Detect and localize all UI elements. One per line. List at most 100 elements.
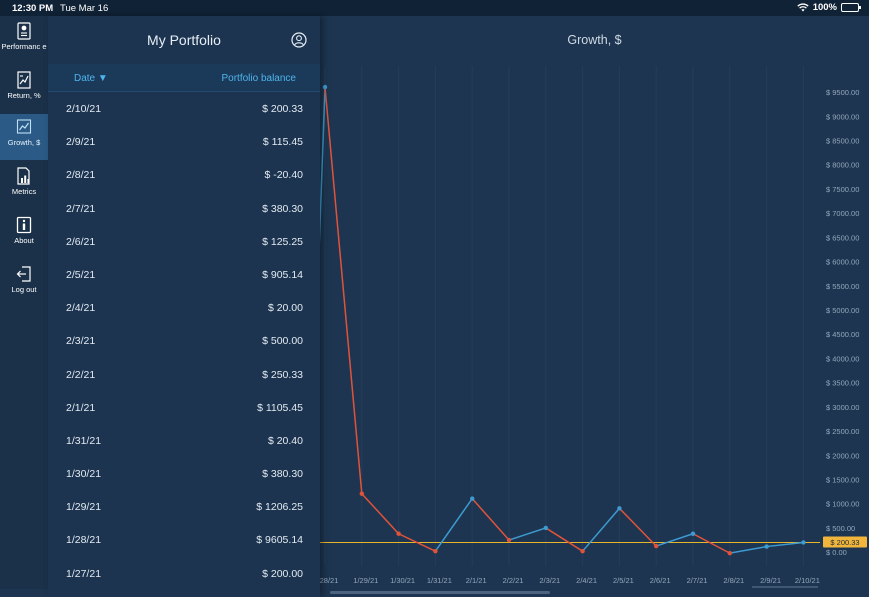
- row-balance: $ 20.00: [267, 302, 303, 315]
- logout-icon: [16, 266, 31, 282]
- series-segment: [471, 498, 510, 541]
- user-icon[interactable]: [291, 32, 307, 48]
- row-date: 2/3/21: [66, 335, 96, 348]
- sidebar-item-label: Growth, $: [7, 138, 41, 147]
- y-tick-label: $ 2500.00: [826, 427, 859, 436]
- x-tick-label: 2/10/21: [795, 576, 820, 585]
- status-bar: 12:30 PM Tue Mar 16 100%: [0, 0, 869, 16]
- y-tick-label: $ 5500.00: [826, 282, 859, 291]
- y-tick-label: $ 8500.00: [826, 137, 859, 146]
- y-tick-label: $ 1000.00: [826, 500, 859, 509]
- sidebar-item-about[interactable]: About: [0, 212, 48, 258]
- series-segment: [766, 541, 804, 548]
- sidebar-item-label: Metrics: [11, 187, 37, 196]
- battery-percent: 100%: [812, 2, 837, 13]
- reference-label: $ 200.33: [830, 538, 859, 547]
- row-balance: $ -20.40: [264, 169, 303, 182]
- list-item[interactable]: 2/9/21 $ 115.45: [48, 125, 320, 158]
- list-item[interactable]: 2/1/21 $ 1105.45: [48, 391, 320, 424]
- row-balance: $ 380.30: [262, 202, 303, 215]
- row-date: 2/7/21: [66, 202, 96, 215]
- portfolio-panel: My Portfolio Date ▼ Portfolio balance 2/…: [48, 16, 320, 597]
- series-segment: [434, 498, 473, 552]
- x-tick-label: 28/21: [320, 576, 338, 585]
- row-date: 1/29/21: [66, 501, 102, 514]
- sidebar-item-growth[interactable]: Growth, $: [0, 114, 48, 160]
- y-tick-label: $ 0.00: [826, 548, 847, 557]
- list-item[interactable]: 2/5/21 $ 905.14: [48, 258, 320, 291]
- series-segment: [545, 527, 584, 552]
- row-balance: $ 250.33: [262, 368, 303, 381]
- status-right: 100%: [797, 2, 861, 13]
- sort-by-date-header[interactable]: Date ▼: [74, 73, 108, 84]
- sidebar-item-return[interactable]: Return, %: [0, 67, 48, 113]
- list-item[interactable]: 2/10/21 $ 200.33: [48, 92, 320, 125]
- list-item[interactable]: 2/3/21 $ 500.00: [48, 324, 320, 357]
- growth-chart-panel: Growth, $ $ 0.00 $ 500.00 $ 1000.00 $ 1500.…: [320, 16, 869, 597]
- sidebar-item-performance[interactable]: Performanc e: [0, 18, 48, 64]
- y-tick-label: $ 4500.00: [826, 330, 859, 339]
- list-item[interactable]: 2/6/21 $ 125.25: [48, 225, 320, 258]
- y-tick-label: $ 9000.00: [826, 112, 859, 121]
- row-date: 2/2/21: [66, 368, 96, 381]
- sidebar-item-logout[interactable]: Log out: [0, 261, 48, 307]
- x-tick-label: 2/2/21: [503, 576, 524, 585]
- y-tick-label: $ 1500.00: [826, 476, 859, 485]
- data-point: [396, 531, 401, 536]
- series-segment: [618, 507, 657, 547]
- battery-icon: [841, 3, 861, 12]
- sidebar-item-metrics[interactable]: Metrics: [0, 163, 48, 209]
- data-point: [470, 496, 475, 501]
- metrics-icon: [17, 167, 30, 185]
- list-item[interactable]: 1/28/21 $ 9605.14: [48, 523, 320, 556]
- data-point: [433, 548, 438, 554]
- data-point: [764, 544, 769, 549]
- row-date: 2/6/21: [66, 235, 96, 248]
- y-tick-label: $ 2000.00: [826, 451, 859, 460]
- row-balance: $ 115.45: [262, 136, 303, 149]
- row-date: 2/1/21: [66, 401, 96, 414]
- data-point: [359, 491, 364, 496]
- x-tick-label: 1/31/21: [427, 576, 452, 585]
- list-item[interactable]: 1/29/21 $ 1206.25: [48, 490, 320, 523]
- list-item[interactable]: 2/7/21 $ 380.30: [48, 192, 320, 225]
- series-segment: [655, 533, 694, 547]
- series-segment: [692, 533, 731, 554]
- row-balance: $ 905.14: [262, 268, 303, 281]
- series-segment: [320, 86, 326, 245]
- list-item[interactable]: 2/2/21 $ 250.33: [48, 358, 320, 391]
- balance-header[interactable]: Portfolio balance: [222, 73, 297, 84]
- row-balance: $ 125.25: [262, 235, 303, 248]
- horizontal-scrollbar[interactable]: [330, 591, 550, 594]
- list-item[interactable]: 2/4/21 $ 20.00: [48, 291, 320, 324]
- list-item[interactable]: 1/31/21 $ 20.40: [48, 424, 320, 457]
- series-segment: [582, 507, 620, 552]
- y-tick-label: $ 5000.00: [826, 306, 859, 315]
- list-item[interactable]: 1/30/21 $ 380.30: [48, 457, 320, 490]
- series-segment: [361, 493, 400, 535]
- y-tick-label: $ 9500.00: [826, 88, 859, 97]
- y-tick-label: $ 7500.00: [826, 185, 859, 194]
- row-balance: $ 9605.14: [256, 534, 303, 547]
- row-date: 2/10/21: [66, 103, 102, 115]
- x-tick-label: 1/30/21: [390, 576, 415, 585]
- row-balance: $ 200.00: [262, 567, 303, 580]
- x-tick-label: 1/29/21: [353, 576, 378, 585]
- performance-icon: [17, 22, 31, 40]
- y-tick-label: $ 6500.00: [826, 233, 859, 242]
- series-segment: [508, 527, 547, 541]
- wifi-icon: [797, 3, 809, 12]
- x-tick-label: 2/8/21: [723, 576, 744, 585]
- data-point: [654, 543, 659, 549]
- growth-chart[interactable]: $ 0.00 $ 500.00 $ 1000.00 $ 1500.00 $ 2000.0…: [320, 16, 869, 597]
- y-tick-label: $ 8000.00: [826, 161, 859, 170]
- list-item[interactable]: 2/8/21 $ -20.40: [48, 158, 320, 191]
- sidebar-item-label: Return, %: [7, 91, 41, 100]
- return-icon: [17, 71, 31, 89]
- series-segment: [324, 86, 363, 494]
- row-date: 1/30/21: [66, 468, 102, 481]
- y-tick-label: $ 3500.00: [826, 379, 859, 388]
- series-segment: [729, 545, 767, 554]
- y-tick-label: $ 4000.00: [826, 354, 859, 363]
- list-item[interactable]: 1/27/21 $ 200.00: [48, 557, 320, 590]
